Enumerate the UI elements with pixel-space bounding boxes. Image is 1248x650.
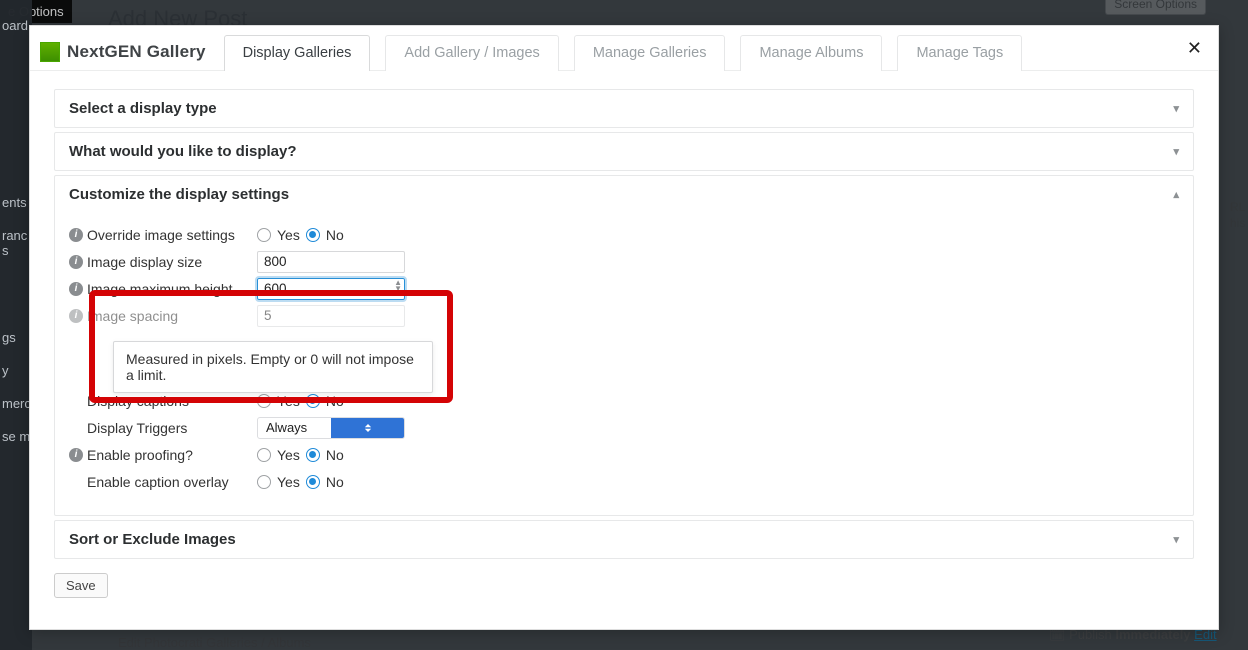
row-enable-proofing: iEnable proofing? Yes No — [69, 443, 1179, 466]
tab-display-galleries[interactable]: Display Galleries — [224, 35, 371, 71]
wp-admin-sidebar: oard ents ranc s gs y merce se m — [0, 0, 32, 650]
row-image-spacing: iImage spacing — [69, 304, 1179, 327]
row-enable-caption-overlay: iEnable caption overlay Yes No — [69, 470, 1179, 493]
row-display-triggers: iDisplay Triggers Always — [69, 416, 1179, 439]
modal-title: NextGEN Gallery — [67, 42, 206, 62]
row-override-image-settings: iOverride image settings Yes No — [69, 223, 1179, 246]
chevron-down-icon: ▾ — [1173, 533, 1179, 546]
image-max-height-input[interactable] — [257, 278, 405, 300]
select-caret-icon — [331, 418, 404, 438]
captions-no-radio[interactable]: No — [306, 393, 344, 409]
wp-screen-options[interactable]: Screen Options — [1105, 0, 1206, 15]
info-icon[interactable]: i — [69, 255, 83, 269]
row-image-display-size: iImage display size — [69, 250, 1179, 273]
nextgen-logo-icon — [40, 42, 60, 62]
ngg-modal: NextGEN Gallery Display Galleries Add Ga… — [29, 25, 1219, 630]
info-icon[interactable]: i — [69, 282, 83, 296]
save-button[interactable]: Save — [54, 573, 108, 598]
accordion-sort-exclude[interactable]: Sort or Exclude Images▾ — [54, 520, 1194, 559]
chevron-down-icon: ▾ — [1173, 102, 1179, 115]
image-display-size-input[interactable] — [257, 251, 405, 273]
modal-tabs: Display Galleries Add Gallery / Images M… — [224, 34, 1023, 70]
override-yes-radio[interactable]: Yes — [257, 227, 300, 243]
captions-yes-radio[interactable]: Yes — [257, 393, 300, 409]
wp-publish-row: 🗓 Publish Immediately Edit — [1049, 627, 1236, 647]
chevron-down-icon: ▾ — [1173, 145, 1179, 158]
info-icon[interactable]: i — [69, 448, 83, 462]
tab-manage-albums[interactable]: Manage Albums — [740, 35, 882, 71]
wp-edit-galleries-line: Edit Photocrati Galleries / Albums — [118, 635, 311, 650]
accordion-customize-header[interactable]: Customize the display settings▴ — [55, 176, 1193, 213]
number-stepper-icon[interactable]: ▲▼ — [394, 280, 402, 293]
max-height-tooltip: Measured in pixels. Empty or 0 will not … — [113, 341, 433, 393]
tab-manage-galleries[interactable]: Manage Galleries — [574, 35, 726, 71]
close-icon[interactable]: ✕ — [1187, 38, 1202, 59]
tab-add-gallery[interactable]: Add Gallery / Images — [385, 35, 558, 71]
overlay-no-radio[interactable]: No — [306, 474, 344, 490]
image-spacing-input[interactable] — [257, 305, 405, 327]
row-image-max-height: iImage maximum height ▲▼ — [69, 277, 1179, 300]
accordion-what-display[interactable]: What would you like to display?▾ — [54, 132, 1194, 171]
tab-manage-tags[interactable]: Manage Tags — [897, 35, 1022, 71]
info-icon[interactable]: i — [69, 228, 83, 242]
override-no-radio[interactable]: No — [306, 227, 344, 243]
proofing-yes-radio[interactable]: Yes — [257, 447, 300, 463]
wp-right-fragment: RL his — [1230, 200, 1248, 231]
modal-header: NextGEN Gallery Display Galleries Add Ga… — [30, 26, 1218, 71]
info-icon[interactable]: i — [69, 309, 83, 323]
display-triggers-select[interactable]: Always — [257, 417, 405, 439]
accordion-select-display-type[interactable]: Select a display type▾ — [54, 89, 1194, 128]
overlay-yes-radio[interactable]: Yes — [257, 474, 300, 490]
chevron-up-icon: ▴ — [1173, 188, 1179, 201]
proofing-no-radio[interactable]: No — [306, 447, 344, 463]
